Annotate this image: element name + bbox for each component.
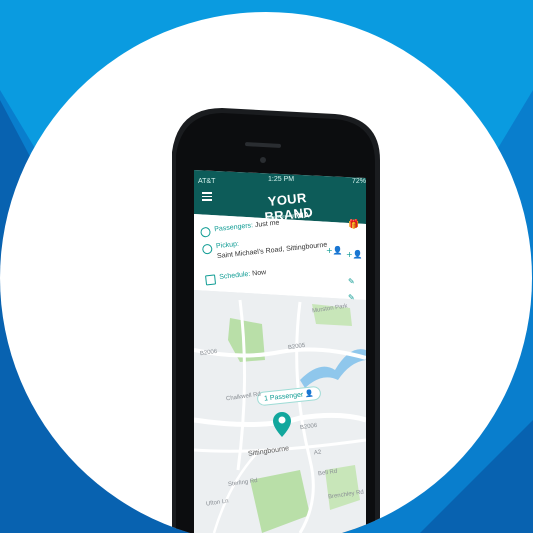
road-label: A2 — [313, 449, 322, 457]
calendar-icon — [205, 274, 217, 286]
status-bar: AT&T 1:25 PM 72% — [198, 176, 366, 188]
passengers-value: Just me — [254, 219, 280, 229]
carrier-label: AT&T — [198, 178, 216, 185]
pin-icon — [201, 243, 213, 255]
edit-icon[interactable]: ✎ — [348, 293, 355, 302]
edit-icon[interactable]: ✎ — [348, 277, 355, 286]
pickup-label: Pickup: — [215, 240, 240, 251]
schedule-row[interactable]: Schedule: Now — [219, 269, 267, 281]
schedule-label: Schedule: — [218, 270, 251, 281]
person-icon — [200, 226, 212, 238]
battery-label: 72% — [351, 178, 366, 185]
schedule-value: Now — [251, 269, 267, 278]
passengers-label: Passengers: — [213, 222, 254, 234]
passenger-pill-label: 1 Passenger — [263, 391, 304, 403]
menu-icon[interactable] — [202, 190, 212, 203]
add-person-icon[interactable]: +👤 — [346, 250, 363, 259]
pickup-label-row[interactable]: Pickup: — [216, 241, 240, 250]
add-person-icon[interactable]: +👤 — [326, 246, 343, 255]
passengers-row[interactable]: Passengers: Just me — [214, 219, 280, 233]
status-time: 1:25 PM — [268, 176, 295, 183]
